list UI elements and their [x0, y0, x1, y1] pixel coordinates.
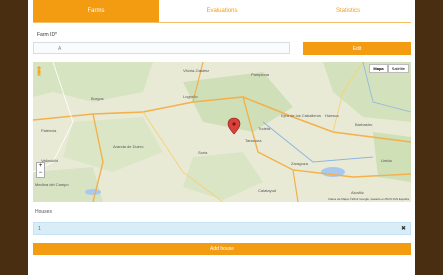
zoom-control: + − — [36, 162, 45, 178]
tab-underline — [33, 22, 411, 23]
map-attribution: Datos de Mapa ©2014 Google, basado en BC… — [328, 197, 409, 201]
add-house-button[interactable]: Add house — [33, 243, 411, 255]
tab-statistics[interactable]: Statistics — [285, 0, 411, 22]
place-aranda: Aranda de Duero — [113, 144, 144, 149]
map-canvas: Burgos Logroño Pamplona Vitoria-Gasteiz … — [33, 62, 411, 202]
zoom-in-button[interactable]: + — [37, 163, 44, 170]
farm-id-label: Farm ID* — [37, 32, 57, 38]
place-huesca: Huesca — [325, 113, 339, 118]
houses-label: Houses — [35, 209, 52, 215]
edit-button[interactable]: Edit — [303, 42, 411, 55]
place-tudela: Tudela — [258, 126, 271, 131]
place-burgos: Burgos — [91, 96, 104, 101]
place-barbastro: Barbastro — [355, 122, 373, 127]
map[interactable]: Burgos Logroño Pamplona Vitoria-Gasteiz … — [33, 62, 411, 202]
place-lleida: Lleida — [381, 158, 392, 163]
tab-bar: Farms Evaluations Statistics — [33, 0, 411, 22]
zoom-out-button[interactable]: − — [37, 170, 44, 177]
farm-id-input[interactable]: A — [33, 42, 290, 54]
place-palencia: Palencia — [41, 128, 57, 133]
place-alcaniz: Alcañiz — [351, 190, 364, 195]
place-tarazona: Tarazona — [245, 138, 262, 143]
delete-house-icon[interactable]: ✖ — [401, 225, 406, 232]
tab-farms[interactable]: Farms — [33, 0, 159, 22]
place-calatayud: Calatayud — [258, 188, 276, 193]
map-type-control: Mapa Satélite — [369, 64, 409, 73]
place-zaragoza: Zaragoza — [291, 161, 309, 166]
place-logrono: Logroño — [183, 94, 198, 99]
map-type-map-button[interactable]: Mapa — [369, 64, 388, 73]
place-medina: Medina del Campo — [35, 182, 69, 187]
house-row[interactable]: 1 ✖ — [33, 222, 411, 235]
main-panel: Farms Evaluations Statistics Farm ID* A … — [28, 0, 415, 275]
map-type-satellite-button[interactable]: Satélite — [387, 64, 409, 73]
place-ejea: Ejea de los Caballeros — [281, 113, 321, 118]
house-id: 1 — [38, 226, 41, 232]
place-pamplona: Pamplona — [251, 72, 270, 77]
place-soria: Soria — [198, 150, 208, 155]
pegman-icon[interactable] — [36, 66, 42, 76]
tab-evaluations[interactable]: Evaluations — [159, 0, 285, 22]
place-vitoria: Vitoria-Gasteiz — [183, 68, 209, 73]
